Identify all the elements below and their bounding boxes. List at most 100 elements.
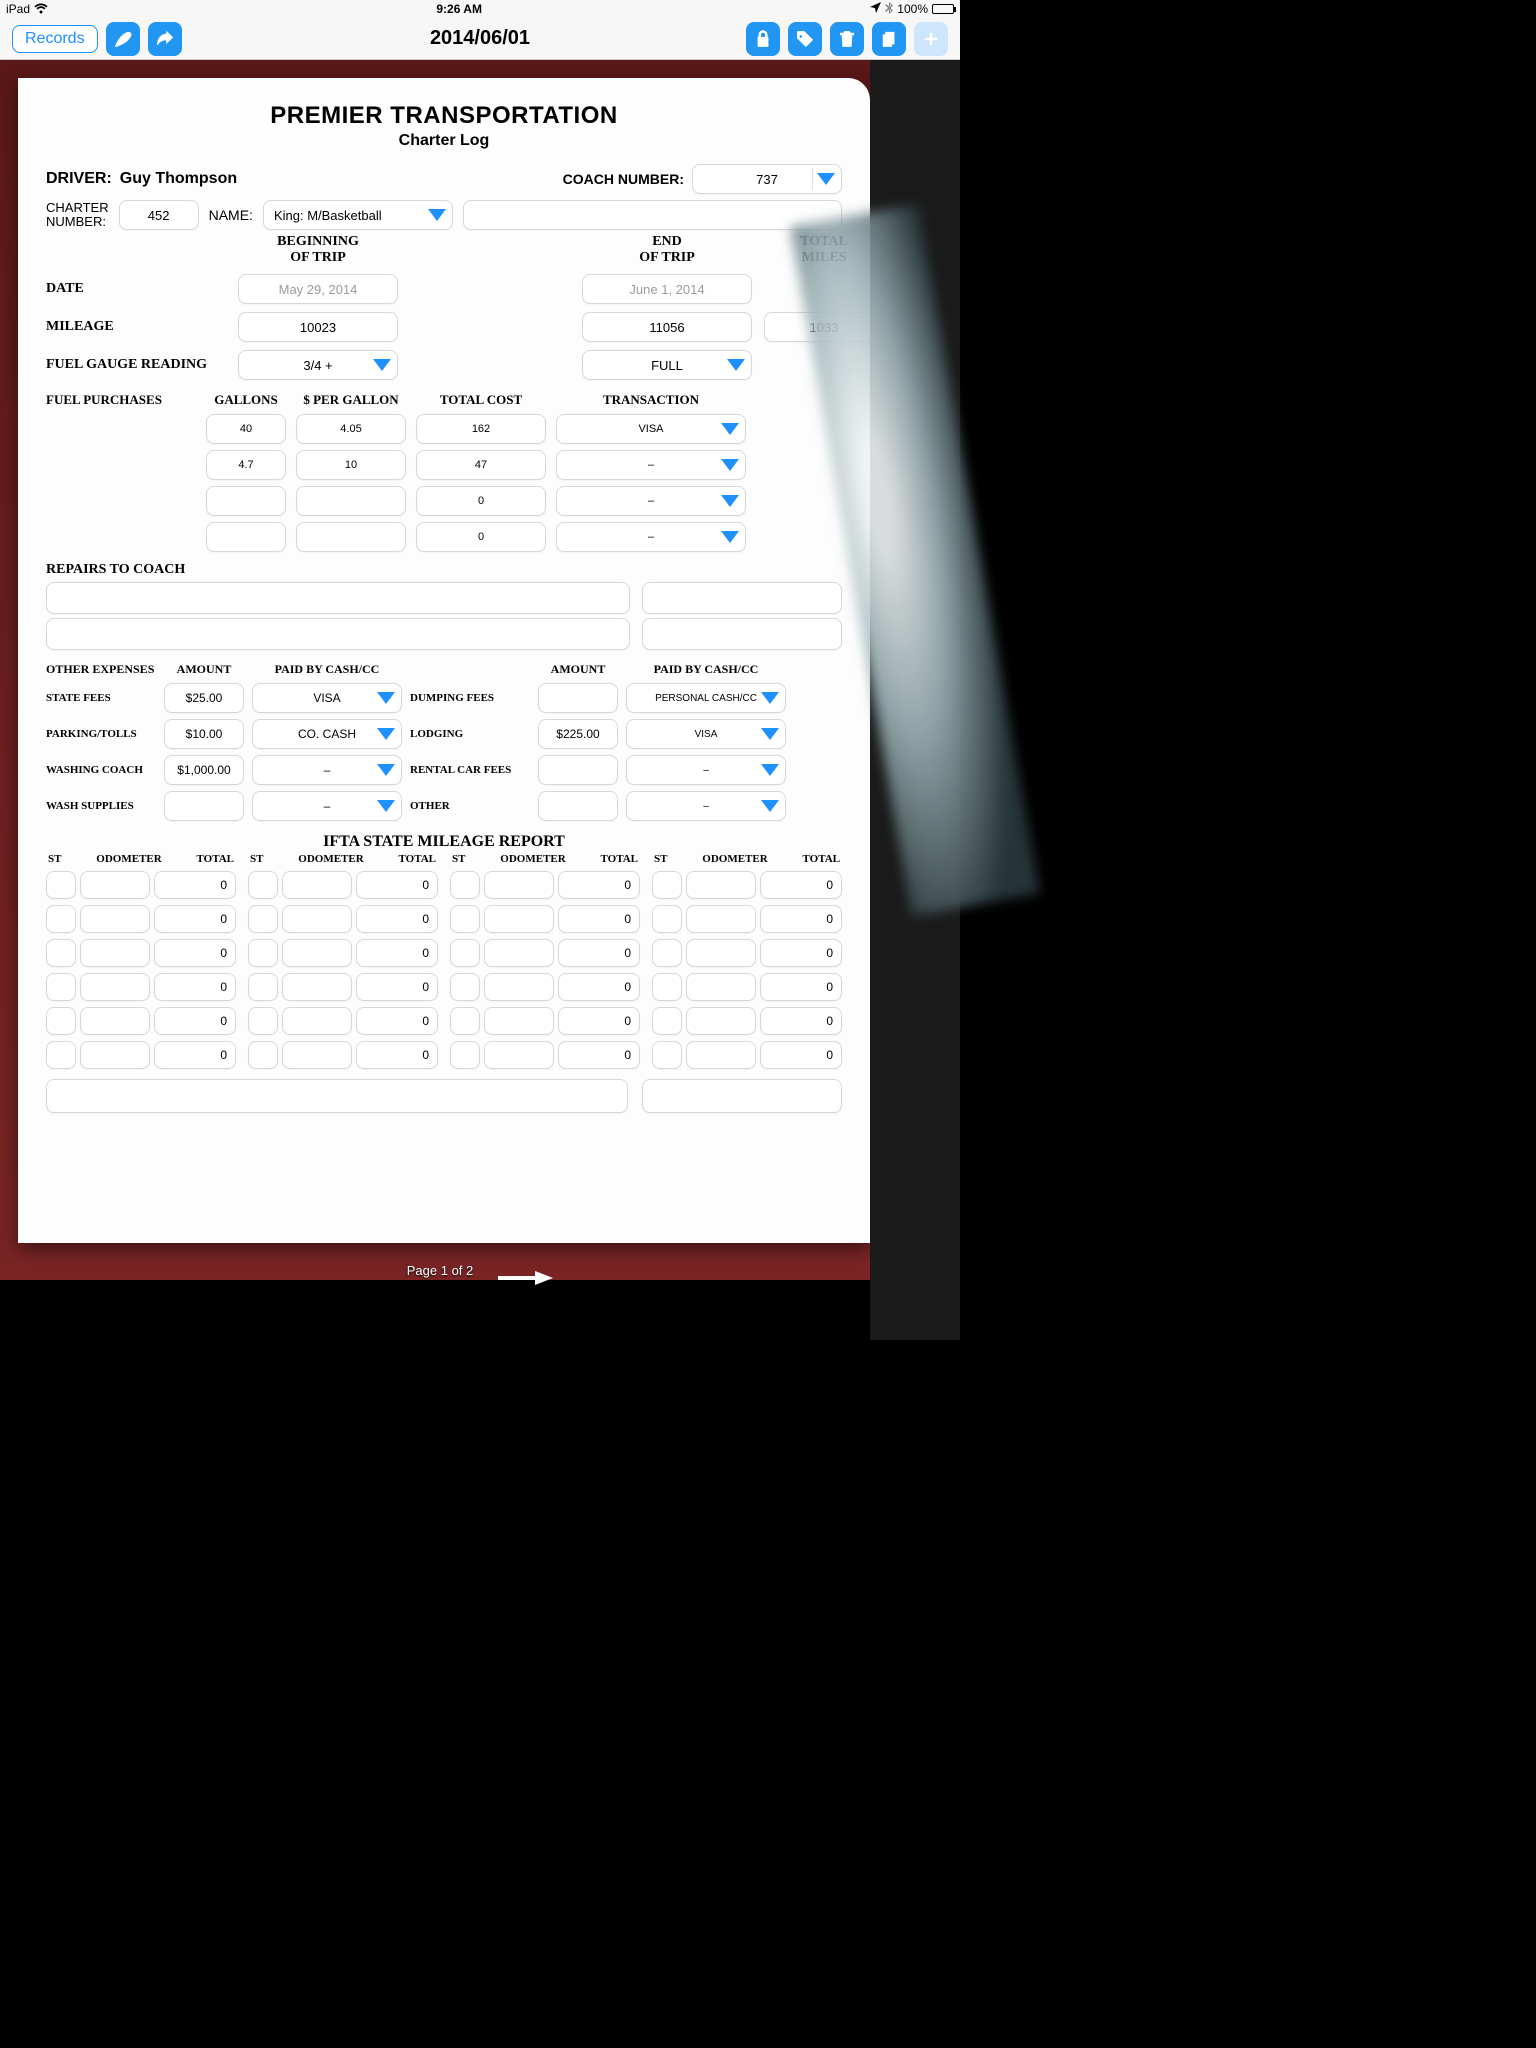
draw-icon[interactable]	[106, 22, 140, 56]
ifta-odo-3-2[interactable]	[686, 939, 756, 967]
exp-right-amt-0[interactable]	[538, 683, 618, 713]
ifta-odo-1-3[interactable]	[282, 973, 352, 1001]
exp-right-amt-1[interactable]: $225.00	[538, 719, 618, 749]
ifta-odo-2-4[interactable]	[484, 1007, 554, 1035]
fuel-txn-2[interactable]: –	[556, 486, 746, 516]
fuel-ppg-1[interactable]: 10	[296, 450, 406, 480]
fuel-txn-1[interactable]: –	[556, 450, 746, 480]
mileage-begin-input[interactable]: 10023	[238, 312, 398, 342]
fuel-gallons-3[interactable]	[206, 522, 286, 552]
name-extra-input[interactable]	[463, 200, 842, 230]
exp-left-amt-0[interactable]: $25.00	[164, 683, 244, 713]
ifta-odo-2-0[interactable]	[484, 871, 554, 899]
fuel-ppg-2[interactable]	[296, 486, 406, 516]
fuel-txn-3[interactable]: –	[556, 522, 746, 552]
ifta-st-3-3[interactable]	[652, 973, 682, 1001]
exp-right-pay-1[interactable]: VISA	[626, 719, 786, 749]
ifta-odo-3-5[interactable]	[686, 1041, 756, 1069]
ifta-st-2-1[interactable]	[450, 905, 480, 933]
bottom-total-input[interactable]	[642, 1079, 842, 1113]
ifta-st-3-4[interactable]	[652, 1007, 682, 1035]
fuel-gauge-end-select[interactable]: FULL	[582, 350, 752, 380]
trash-icon[interactable]	[830, 22, 864, 56]
ifta-st-3-0[interactable]	[652, 871, 682, 899]
ifta-odo-1-1[interactable]	[282, 905, 352, 933]
bottom-notes-input[interactable]	[46, 1079, 628, 1113]
ifta-odo-2-1[interactable]	[484, 905, 554, 933]
ifta-odo-1-2[interactable]	[282, 939, 352, 967]
tag-icon[interactable]	[788, 22, 822, 56]
fuel-gallons-1[interactable]: 4.7	[206, 450, 286, 480]
share-icon[interactable]	[148, 22, 182, 56]
ifta-st-2-5[interactable]	[450, 1041, 480, 1069]
ifta-odo-0-1[interactable]	[80, 905, 150, 933]
ifta-odo-3-3[interactable]	[686, 973, 756, 1001]
ifta-st-0-4[interactable]	[46, 1007, 76, 1035]
charter-number-input[interactable]: 452	[119, 200, 199, 230]
ifta-odo-3-4[interactable]	[686, 1007, 756, 1035]
repairs-cost-2[interactable]	[642, 618, 842, 650]
ifta-odo-0-5[interactable]	[80, 1041, 150, 1069]
exp-right-amt-3[interactable]	[538, 791, 618, 821]
exp-left-pay-2[interactable]: –	[252, 755, 402, 785]
ifta-st-3-5[interactable]	[652, 1041, 682, 1069]
fuel-ppg-0[interactable]: 4.05	[296, 414, 406, 444]
ifta-st-1-3[interactable]	[248, 973, 278, 1001]
ifta-st-0-3[interactable]	[46, 973, 76, 1001]
ifta-odo-1-5[interactable]	[282, 1041, 352, 1069]
ifta-st-0-5[interactable]	[46, 1041, 76, 1069]
records-button[interactable]: Records	[12, 25, 98, 53]
fuel-gauge-begin-select[interactable]: 3/4 +	[238, 350, 398, 380]
ifta-odo-0-0[interactable]	[80, 871, 150, 899]
ifta-odo-2-5[interactable]	[484, 1041, 554, 1069]
exp-right-amt-2[interactable]	[538, 755, 618, 785]
exp-left-pay-3[interactable]: –	[252, 791, 402, 821]
ifta-odo-1-0[interactable]	[282, 871, 352, 899]
ifta-st-1-1[interactable]	[248, 905, 278, 933]
exp-left-amt-3[interactable]	[164, 791, 244, 821]
name-select[interactable]: King: M/Basketball	[263, 200, 453, 230]
ifta-st-3-2[interactable]	[652, 939, 682, 967]
ifta-st-2-0[interactable]	[450, 871, 480, 899]
fuel-gallons-0[interactable]: 40	[206, 414, 286, 444]
ifta-st-3-1[interactable]	[652, 905, 682, 933]
fuel-ppg-3[interactable]	[296, 522, 406, 552]
ifta-odo-3-1[interactable]	[686, 905, 756, 933]
mileage-end-input[interactable]: 11056	[582, 312, 752, 342]
coach-number-select[interactable]: 737	[692, 164, 842, 194]
exp-right-pay-3[interactable]: –	[626, 791, 786, 821]
ifta-st-1-4[interactable]	[248, 1007, 278, 1035]
fuel-gallons-2[interactable]	[206, 486, 286, 516]
ifta-st-2-2[interactable]	[450, 939, 480, 967]
fuel-txn-0[interactable]: VISA	[556, 414, 746, 444]
ifta-st-0-2[interactable]	[46, 939, 76, 967]
repairs-desc-2[interactable]	[46, 618, 630, 650]
duplicate-icon[interactable]	[872, 22, 906, 56]
ifta-st-0-0[interactable]	[46, 871, 76, 899]
date-begin-input[interactable]: May 29, 2014	[238, 274, 398, 304]
ifta-st-2-3[interactable]	[450, 973, 480, 1001]
ifta-st-2-4[interactable]	[450, 1007, 480, 1035]
ifta-st-0-1[interactable]	[46, 905, 76, 933]
exp-left-pay-0[interactable]: VISA	[252, 683, 402, 713]
ifta-odo-0-3[interactable]	[80, 973, 150, 1001]
exp-left-amt-1[interactable]: $10.00	[164, 719, 244, 749]
ifta-odo-2-3[interactable]	[484, 973, 554, 1001]
exp-right-pay-2[interactable]: –	[626, 755, 786, 785]
repairs-cost-1[interactable]	[642, 582, 842, 614]
ifta-odo-3-0[interactable]	[686, 871, 756, 899]
ifta-odo-0-4[interactable]	[80, 1007, 150, 1035]
repairs-desc-1[interactable]	[46, 582, 630, 614]
exp-left-amt-2[interactable]: $1,000.00	[164, 755, 244, 785]
ifta-odo-2-2[interactable]	[484, 939, 554, 967]
ifta-odo-1-4[interactable]	[282, 1007, 352, 1035]
exp-left-pay-1[interactable]: CO. CASH	[252, 719, 402, 749]
lock-icon[interactable]	[746, 22, 780, 56]
date-end-input[interactable]: June 1, 2014	[582, 274, 752, 304]
ifta-st-1-2[interactable]	[248, 939, 278, 967]
ifta-odo-0-2[interactable]	[80, 939, 150, 967]
ifta-st-1-5[interactable]	[248, 1041, 278, 1069]
ifta-st-1-0[interactable]	[248, 871, 278, 899]
add-icon[interactable]	[914, 22, 948, 56]
exp-right-pay-0[interactable]: PERSONAL CASH/CC	[626, 683, 786, 713]
